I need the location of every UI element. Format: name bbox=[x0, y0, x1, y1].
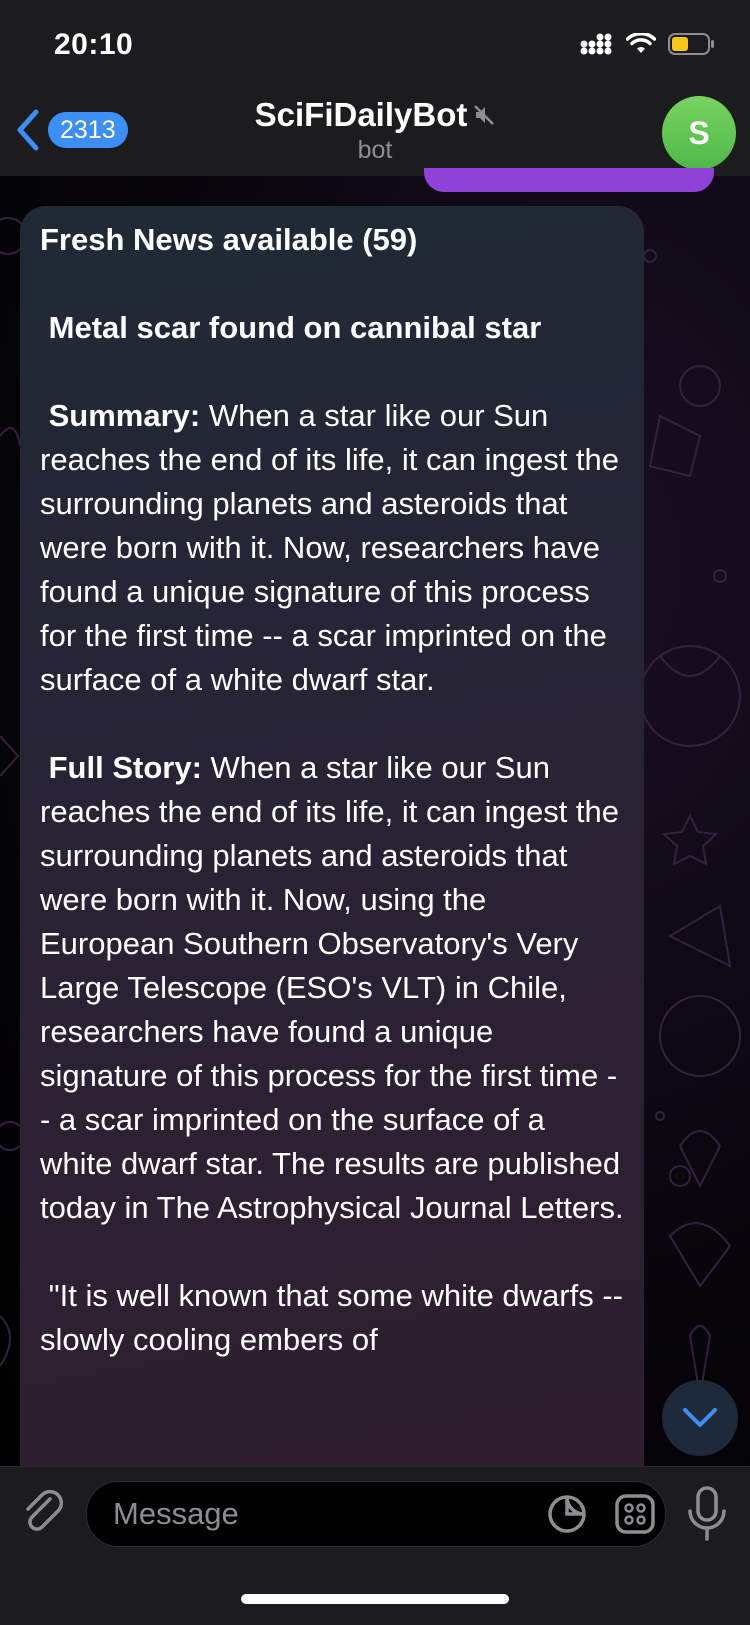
chat-title: SciFiDailyBot bbox=[254, 96, 468, 133]
wifi-icon bbox=[626, 33, 656, 53]
avatar[interactable]: S bbox=[662, 96, 736, 170]
cellular-signal-icon bbox=[580, 33, 612, 55]
full-story-text: When a star like our Sun reaches the end… bbox=[40, 750, 629, 1225]
summary-text: When a star like our Sun reaches the end… bbox=[40, 398, 628, 697]
status-icons bbox=[580, 32, 716, 56]
message-placeholder: Message bbox=[113, 1496, 239, 1531]
avatar-letter: S bbox=[688, 114, 710, 151]
message-text: Fresh News available (59) Metal scar fou… bbox=[20, 206, 644, 1362]
home-indicator[interactable] bbox=[241, 1594, 509, 1604]
sticker-icon[interactable] bbox=[545, 1492, 589, 1536]
status-time: 20:10 bbox=[54, 28, 134, 61]
status-bar: 20:10 bbox=[0, 0, 750, 90]
microphone-icon[interactable] bbox=[684, 1485, 730, 1543]
article-title: Metal scar found on cannibal star bbox=[40, 310, 542, 345]
full-story-label: Full Story: bbox=[40, 750, 202, 785]
paperclip-icon[interactable] bbox=[20, 1489, 68, 1537]
bot-commands-icon[interactable] bbox=[613, 1492, 657, 1536]
scroll-to-bottom-button[interactable] bbox=[662, 1380, 738, 1456]
chat-header: 2313 SciFiDailyBot bot S bbox=[0, 90, 750, 177]
summary-label: Summary: bbox=[40, 398, 201, 433]
incoming-message-bubble[interactable]: Fresh News available (59) Metal scar fou… bbox=[20, 206, 644, 1506]
chevron-down-icon bbox=[683, 1408, 717, 1427]
previous-outgoing-bubble-edge bbox=[424, 168, 714, 192]
quote-text: "It is well known that some white dwarfs… bbox=[40, 1278, 632, 1357]
battery-icon bbox=[668, 33, 714, 55]
message-input[interactable]: Message bbox=[86, 1481, 666, 1547]
chat-subtitle: bot bbox=[357, 136, 393, 164]
speaker-muted-icon bbox=[474, 105, 495, 125]
chat-title-area[interactable]: SciFiDailyBot bot bbox=[0, 96, 750, 165]
message-heading: Fresh News available (59) bbox=[40, 222, 418, 257]
